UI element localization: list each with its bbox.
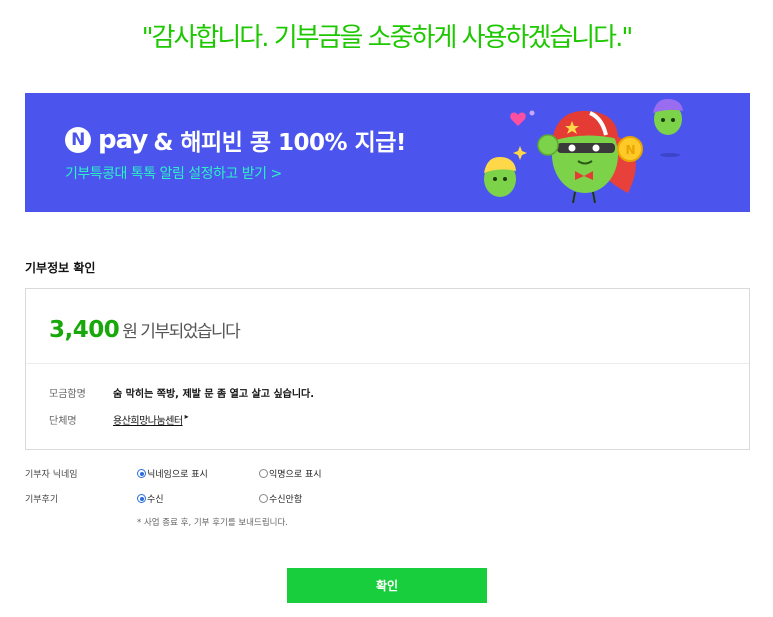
radio-show-nickname[interactable]: 닉네임으로 표시 [137,467,259,480]
small-bean-right-eye-a [661,118,665,122]
banner-title: N pay & 해피빈 콩 100% 지급! [65,123,406,157]
radio-checked-icon [137,494,146,503]
organization-label: 단체명 [49,416,77,427]
donation-info-box: 3,400 원 기부되었습니다 모금함명 숨 막히는 쪽방, 제발 문 좀 열고… [25,288,750,450]
banner-promo-text: & 해피빈 콩 100% 지급! [153,130,406,156]
radio-show-anonymous[interactable]: 익명으로 표시 [259,467,381,480]
small-bean-left-eye-a [493,177,497,181]
radio-decline-review[interactable]: 수신안함 [259,492,381,505]
sparkle-dot [529,110,535,116]
donation-amount-row: 3,400 원 기부되었습니다 [49,317,241,343]
radio-unchecked-icon [259,494,268,503]
fundraiser-name: 숨 막히는 쪽방, 제발 문 좀 열고 살고 싶습니다. [113,389,315,400]
radio-show-anonymous-label: 익명으로 표시 [269,470,322,480]
review-option-label: 기부후기 [25,495,59,505]
radio-unchecked-icon [259,469,268,478]
radio-receive-review-label: 수신 [147,495,164,505]
sparkle-icon [513,146,527,160]
main-bean-eye-left [568,144,576,152]
radio-checked-icon [137,469,146,478]
naver-n-logo-icon: N [65,127,91,153]
donation-info-title: 기부정보 확인 [25,261,96,275]
nickname-option-label: 기부자 닉네임 [25,470,78,480]
fundraiser-label: 모금함명 [49,389,86,400]
npay-promo-banner[interactable]: N pay & 해피빈 콩 100% 지급! 기부특콩대 톡톡 알림 설정하고 … [25,93,750,212]
nickname-option-row: 기부자 닉네임 닉네임으로 표시 익명으로 표시 [25,467,381,480]
main-bean-leg-right [592,191,596,204]
fundraiser-row: 모금함명 숨 막히는 쪽방, 제발 문 좀 열고 살고 싶습니다. [49,385,314,400]
npay-logo-text: pay [98,125,148,155]
main-bean-leg-left [572,191,576,204]
main-bean-eye-right [592,144,600,152]
heart-icon [510,112,526,126]
radio-receive-review[interactable]: 수신 [137,492,259,505]
organization-link[interactable]: 용산희망나눔센터 [113,412,183,427]
thank-you-headline: "감사합니다. 기부금을 소중하게 사용하겠습니다." [141,23,634,53]
bean-mascot-illustration: N [484,98,683,204]
donation-amount-suffix: 원 기부되었습니다 [122,322,241,342]
mask-band [557,143,615,153]
small-bean-left-eye-b [503,177,507,181]
boxing-glove-icon [537,134,559,156]
review-note: * 사업 종료 후, 기부 후기를 보내드립니다. [137,518,288,528]
organization-row: 단체명 용산희망나눔센터 ▸ [49,412,189,427]
small-bean-right-shadow [660,153,680,157]
review-option-row: 기부후기 수신 수신안함 [25,492,381,505]
radio-decline-review-label: 수신안함 [269,495,303,505]
small-bean-right-eye-b [671,118,675,122]
info-divider [26,363,749,364]
confirm-button[interactable]: 확인 [287,568,487,603]
banner-sub-link[interactable]: 기부특콩대 톡톡 알림 설정하고 받기 > [65,163,282,183]
donation-amount: 3,400 [49,317,120,343]
radio-show-nickname-label: 닉네임으로 표시 [147,470,208,480]
coin-letter-icon: N [626,143,636,157]
arrow-right-icon: ▸ [184,412,189,421]
